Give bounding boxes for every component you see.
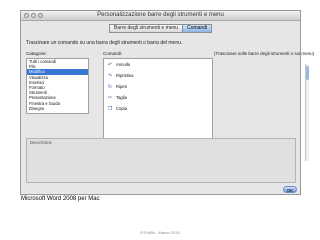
repeat-icon: ↻ xyxy=(107,84,113,90)
slide-footer: R.Polillo - Marzo 2015 xyxy=(140,230,180,235)
command-item[interactable]: ↻ Ripeti xyxy=(104,81,212,92)
command-item[interactable]: ✂ Taglia xyxy=(104,92,212,103)
categories-list[interactable]: Tutti i comandi File Modifica Visualizza… xyxy=(26,58,89,114)
commands-scrollbar[interactable] xyxy=(305,64,309,161)
scissors-icon: ✂ xyxy=(107,95,113,101)
categories-label: Categorie: xyxy=(26,51,47,56)
window-title: Personalizzazione barre degli strumenti … xyxy=(97,12,224,18)
slide-caption: Microsoft Word 2008 per Mac xyxy=(21,196,100,202)
redo-icon: ↷ xyxy=(107,73,113,79)
commands-label: Comandi: xyxy=(103,51,123,56)
tab-commands[interactable]: Comandi xyxy=(183,24,213,33)
category-item[interactable]: Disegno xyxy=(27,106,88,111)
title-bar: Personalizzazione barre degli strumenti … xyxy=(21,11,300,21)
copy-icon: ❐ xyxy=(107,106,113,112)
description-box: Descrizione xyxy=(26,138,296,183)
command-item[interactable]: ↶ Annulla xyxy=(104,59,212,70)
command-item[interactable]: ❐ Copia xyxy=(104,103,212,114)
command-label: Copia xyxy=(116,106,127,111)
command-label: Ripeti xyxy=(116,84,127,89)
command-item[interactable]: ↷ Ripristina xyxy=(104,70,212,81)
commands-hint: (Trascinare sulle barre degli strumenti … xyxy=(214,51,315,56)
command-label: Taglia xyxy=(116,95,127,100)
command-label: Annulla xyxy=(116,62,130,67)
tab-bar: Barre degli strumenti e menu Comandi xyxy=(21,24,300,33)
ok-button[interactable]: OK xyxy=(283,186,297,193)
customize-dialog: Personalizzazione barre degli strumenti … xyxy=(20,10,314,195)
undo-icon: ↶ xyxy=(107,62,113,68)
scrollbar-thumb[interactable] xyxy=(306,66,309,80)
description-label: Descrizione xyxy=(30,140,52,145)
tab-toolbars-menus[interactable]: Barre degli strumenti e menu xyxy=(108,24,184,33)
instruction-text: Trascinare un comando su una barra degli… xyxy=(26,40,183,46)
command-label: Ripristina xyxy=(116,73,134,78)
